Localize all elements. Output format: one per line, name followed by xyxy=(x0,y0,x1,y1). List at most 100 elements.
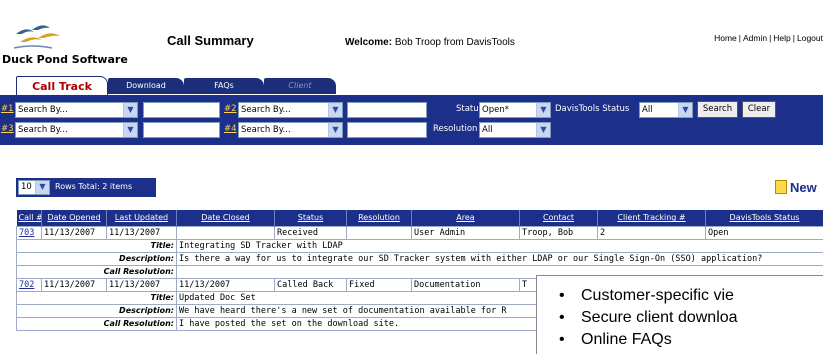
criteria-1-input[interactable] xyxy=(143,102,220,118)
resolution-cell: Fixed xyxy=(346,277,412,292)
resolution-select[interactable]: All ▼ xyxy=(479,122,551,138)
description-label: Description: xyxy=(16,251,177,266)
chevron-down-icon: ▼ xyxy=(328,103,342,117)
date-closed-cell: 11/13/2007 xyxy=(176,277,275,292)
title-label: Title: xyxy=(16,238,177,253)
tab-call-track[interactable]: Call Track xyxy=(16,76,108,95)
col-date-opened[interactable]: Date Opened xyxy=(41,210,107,226)
contact-cell: Troop, Bob xyxy=(519,225,598,240)
col-date-closed[interactable]: Date Closed xyxy=(176,210,275,226)
call-resolution-label: Call Resolution: xyxy=(16,264,177,279)
search-row-1: #1 Search By... ▼ #2 Search By... ▼ Status… xyxy=(0,101,823,120)
criteria-1-value: Search By... xyxy=(18,105,68,115)
area-cell: User Admin xyxy=(411,225,520,240)
list-item: Online FAQs xyxy=(537,329,823,351)
app-header: Duck Pond Software Call Summary Welcome:… xyxy=(0,0,823,74)
criteria-1-select[interactable]: Search By... ▼ xyxy=(15,102,138,118)
col-davistools-status[interactable]: DavisTools Status xyxy=(705,210,823,226)
rows-total-text: Rows Total: 2 items xyxy=(55,182,133,191)
tab-faqs[interactable]: FAQs xyxy=(184,78,264,94)
tab-download[interactable]: Download xyxy=(108,78,184,94)
admin-link[interactable]: Admin xyxy=(743,33,767,43)
search-button[interactable]: Search xyxy=(697,101,738,118)
tracking-cell: 2 xyxy=(597,225,706,240)
criteria-2-link[interactable]: #2 xyxy=(224,104,237,114)
chevron-down-icon: ▼ xyxy=(123,103,137,117)
davistools-status-cell: Open xyxy=(705,225,823,240)
feature-list: Customer-specific vie Secure client down… xyxy=(537,285,823,351)
welcome-text: Welcome: Bob Troop from DavisTools xyxy=(345,37,515,48)
criteria-3-value: Search By... xyxy=(18,125,68,135)
status-value: Open* xyxy=(482,105,509,115)
rows-toolbar: 10 ▼ Rows Total: 2 items xyxy=(16,178,156,197)
call-id-cell: 702 xyxy=(16,277,42,292)
date-opened-cell: 11/13/2007 xyxy=(41,225,107,240)
detail-row-description: Description: Is there a way for us to in… xyxy=(16,251,823,266)
criteria-2-select[interactable]: Search By... ▼ xyxy=(238,102,343,118)
status-cell: Received xyxy=(274,225,347,240)
status-select[interactable]: Open* ▼ xyxy=(479,102,551,118)
welcome-user: Bob Troop from DavisTools xyxy=(394,37,515,48)
clear-button[interactable]: Clear xyxy=(742,101,776,118)
search-panel: #1 Search By... ▼ #2 Search By... ▼ Status… xyxy=(0,95,823,145)
home-link[interactable]: Home xyxy=(714,33,737,43)
new-call-button[interactable]: New xyxy=(775,180,817,195)
new-document-icon xyxy=(775,180,787,194)
help-link[interactable]: Help xyxy=(773,33,790,43)
chevron-down-icon: ▼ xyxy=(536,123,550,137)
last-updated-cell: 11/13/2007 xyxy=(106,225,177,240)
col-last-updated[interactable]: Last Updated xyxy=(106,210,177,226)
col-client-tracking[interactable]: Client Tracking # xyxy=(597,210,706,226)
criteria-2-input[interactable] xyxy=(347,102,427,118)
area-cell: Documentation xyxy=(411,277,520,292)
resolution-value: All xyxy=(482,125,493,135)
criteria-2-value: Search By... xyxy=(241,105,291,115)
new-call-label: New xyxy=(790,180,817,195)
description-value: Is there a way for us to integrate our S… xyxy=(176,251,823,266)
list-item: Customer-specific vie xyxy=(537,285,823,307)
criteria-4-select[interactable]: Search By... ▼ xyxy=(238,122,343,138)
feature-bullets-overlay: Customer-specific vie Secure client down… xyxy=(536,275,823,354)
top-links: Home | Admin | Help | Logout xyxy=(714,33,823,43)
chevron-down-icon: ▼ xyxy=(536,103,550,117)
date-closed-cell xyxy=(176,225,275,240)
logout-link[interactable]: Logout xyxy=(797,33,823,43)
resolution-label: Resolution xyxy=(433,124,478,134)
brand-name: Duck Pond Software xyxy=(2,53,128,66)
call-id-cell: 703 xyxy=(16,225,42,240)
call-id-link[interactable]: 702 xyxy=(19,280,34,290)
status-cell: Called Back xyxy=(274,277,347,292)
main-tabs: Call Track Download FAQs Client xyxy=(16,76,336,95)
date-opened-cell: 11/13/2007 xyxy=(41,277,107,292)
col-area[interactable]: Area xyxy=(411,210,520,226)
col-status[interactable]: Status xyxy=(274,210,347,226)
title-value: Integrating SD Tracker with LDAP xyxy=(176,238,823,253)
call-id-link[interactable]: 703 xyxy=(19,228,34,238)
detail-row-title: Title: Integrating SD Tracker with LDAP xyxy=(16,238,823,253)
criteria-1-link[interactable]: #1 xyxy=(1,104,14,114)
col-resolution[interactable]: Resolution xyxy=(346,210,412,226)
welcome-label: Welcome: xyxy=(345,37,393,48)
description-label: Description: xyxy=(16,303,177,318)
davistools-status-select[interactable]: All ▼ xyxy=(639,102,693,118)
davistools-status-value: All xyxy=(642,105,653,115)
criteria-3-select[interactable]: Search By... ▼ xyxy=(15,122,138,138)
rows-per-page-value: 10 xyxy=(21,182,32,192)
table-header-row: Call # Date Opened Last Updated Date Clo… xyxy=(16,210,823,226)
search-row-2: #3 Search By... ▼ #4 Search By... ▼ Resolu… xyxy=(0,121,823,140)
col-contact[interactable]: Contact xyxy=(519,210,598,226)
list-item: Secure client downloa xyxy=(537,307,823,329)
chevron-down-icon: ▼ xyxy=(678,103,692,117)
page-title: Call Summary xyxy=(167,33,254,48)
col-call-number[interactable]: Call # xyxy=(16,210,42,226)
criteria-4-input[interactable] xyxy=(347,122,427,138)
criteria-3-link[interactable]: #3 xyxy=(1,124,14,134)
chevron-down-icon: ▼ xyxy=(35,181,49,194)
tab-client: Client xyxy=(264,78,336,94)
rows-per-page-select[interactable]: 10 ▼ xyxy=(18,180,50,195)
criteria-4-link[interactable]: #4 xyxy=(224,124,237,134)
chevron-down-icon: ▼ xyxy=(328,123,342,137)
call-resolution-label: Call Resolution: xyxy=(16,316,177,331)
criteria-3-input[interactable] xyxy=(143,122,220,138)
title-label: Title: xyxy=(16,290,177,305)
